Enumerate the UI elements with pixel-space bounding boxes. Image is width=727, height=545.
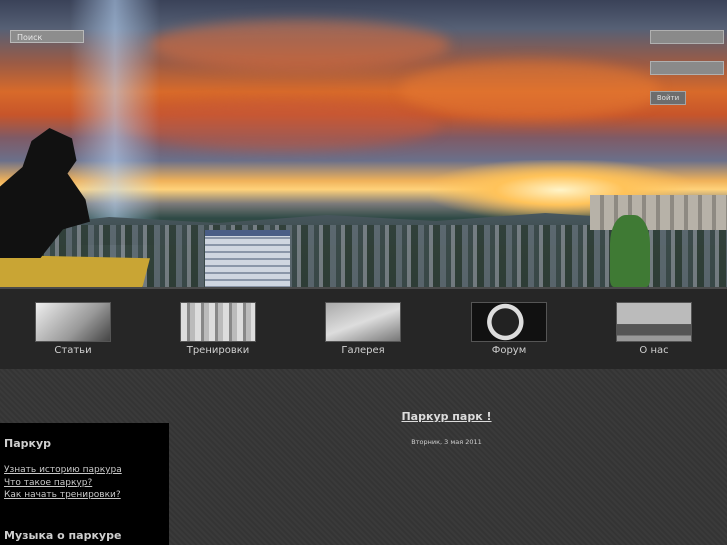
article-date: Вторник, 3 мая 2011 bbox=[411, 438, 482, 446]
login-password-field[interactable] bbox=[650, 61, 724, 75]
sidebar-link-history[interactable]: Узнать историю паркура bbox=[4, 464, 122, 477]
main-content: Паркур Узнать историю паркура Что такое … bbox=[0, 369, 727, 545]
cloud bbox=[120, 100, 440, 150]
cloud bbox=[150, 20, 450, 70]
sidebar-link-start[interactable]: Как начать тренировки? bbox=[4, 489, 122, 502]
main-navigation: Статьи Тренировки Галерея Форум О нас bbox=[0, 287, 727, 369]
building bbox=[205, 230, 290, 287]
login-button[interactable]: Войти bbox=[650, 91, 686, 105]
nav-item-articles[interactable]: Статьи bbox=[34, 302, 112, 356]
nav-item-training[interactable]: Тренировки bbox=[179, 302, 257, 356]
sidebar-section-title: Музыка о паркуре bbox=[4, 529, 122, 542]
nav-item-forum[interactable]: Форум bbox=[470, 302, 548, 356]
nav-label[interactable]: Статьи bbox=[34, 345, 112, 356]
training-thumbnail[interactable] bbox=[180, 302, 256, 342]
towers bbox=[590, 195, 727, 230]
header-banner: Поиск Войти bbox=[0, 0, 727, 287]
nav-label[interactable]: Галерея bbox=[324, 345, 402, 356]
cloud bbox=[400, 60, 660, 120]
login-username-field[interactable] bbox=[650, 30, 724, 44]
nav-item-about[interactable]: О нас bbox=[615, 302, 693, 356]
about-thumbnail[interactable] bbox=[616, 302, 692, 342]
gallery-thumbnail[interactable] bbox=[325, 302, 401, 342]
article-title[interactable]: Паркур парк ! bbox=[0, 410, 727, 423]
sidebar-link-what-is[interactable]: Что такое паркур? bbox=[4, 477, 122, 490]
forum-thumbnail[interactable] bbox=[471, 302, 547, 342]
nav-item-gallery[interactable]: Галерея bbox=[324, 302, 402, 356]
graffiti-wall bbox=[0, 255, 150, 287]
plant bbox=[610, 215, 650, 287]
search-input[interactable]: Поиск bbox=[10, 30, 84, 43]
articles-thumbnail[interactable] bbox=[35, 302, 111, 342]
nav-label[interactable]: Тренировки bbox=[179, 345, 257, 356]
nav-label[interactable]: О нас bbox=[615, 345, 693, 356]
nav-label[interactable]: Форум bbox=[470, 345, 548, 356]
sidebar-links: Узнать историю паркура Что такое паркур?… bbox=[4, 464, 122, 502]
